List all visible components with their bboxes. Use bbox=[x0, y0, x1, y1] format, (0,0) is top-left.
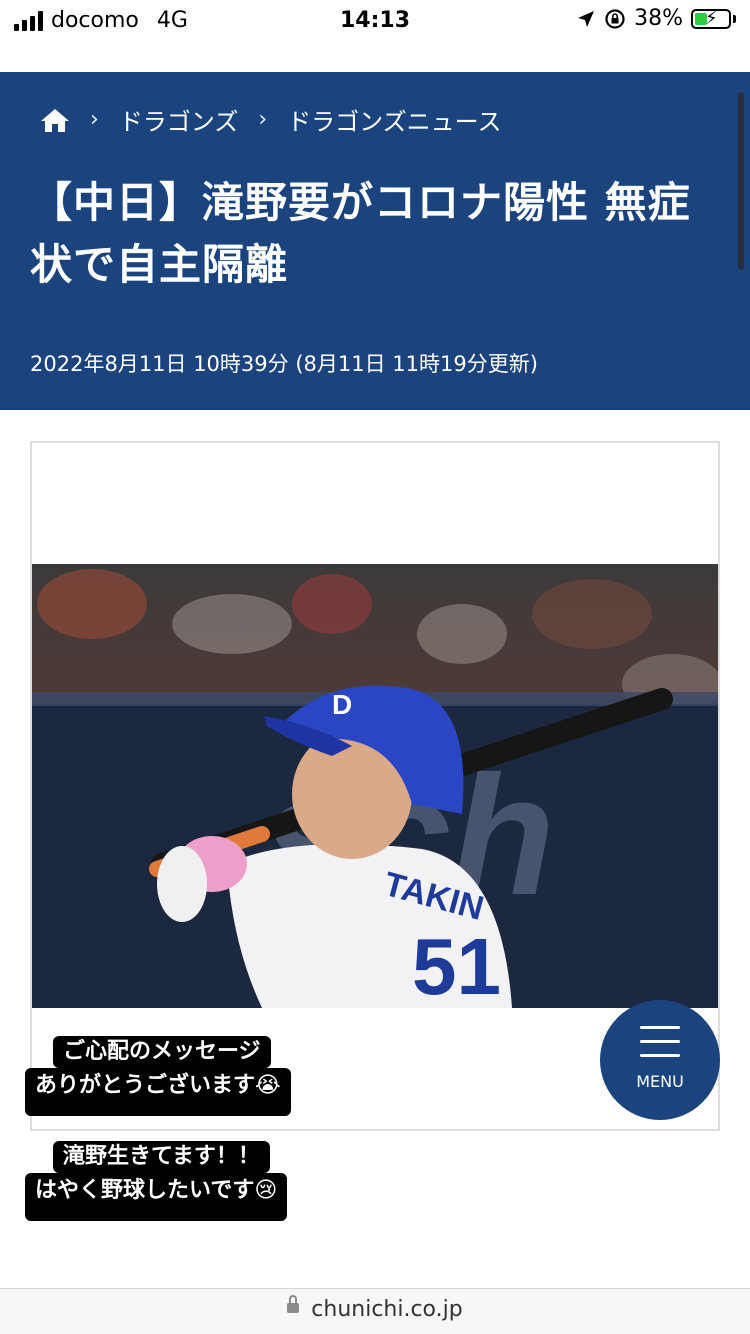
breadcrumb-link-dragons-news[interactable]: ドラゴンズニュース bbox=[287, 102, 501, 137]
lock-icon bbox=[287, 1295, 300, 1313]
battery-icon: ⚡ bbox=[691, 8, 731, 29]
article-date: 2022年8月11日 10時39分 (8月11日 11時19分更新) bbox=[30, 352, 538, 376]
chevron-right-icon: › bbox=[258, 107, 268, 132]
caption-sticker-1-line2: ありがとうございます😭 bbox=[25, 1068, 291, 1116]
home-icon[interactable] bbox=[40, 107, 70, 133]
browser-url-bar[interactable]: chunichi.co.jp bbox=[0, 1288, 750, 1334]
url-domain[interactable]: chunichi.co.jp bbox=[311, 1297, 462, 1322]
svg-text:D: D bbox=[332, 689, 352, 720]
breadcrumb-link-dragons[interactable]: ドラゴンズ bbox=[119, 102, 239, 137]
article-photo[interactable]: sch TAKIN 51 D bbox=[32, 564, 718, 1008]
battery-percent: 38% bbox=[634, 6, 683, 31]
article-title: 【中日】滝野要がコロナ陽性 無症状で自主隔離 bbox=[30, 178, 691, 289]
orientation-lock-icon bbox=[605, 8, 625, 29]
caption-sticker-1-line1: ご心配のメッセージ bbox=[53, 1036, 271, 1068]
caption-sticker-2-line2: はやく野球したいです😢 bbox=[25, 1173, 288, 1221]
chevron-right-icon: › bbox=[90, 107, 99, 132]
hamburger-icon bbox=[640, 1026, 680, 1068]
article-header: › ドラゴンズ › ドラゴンズニュース 【中日】滝野要がコロナ陽性 無症状で自主… bbox=[0, 72, 750, 410]
caption-sticker-2-line1: 滝野生きてます！！ bbox=[53, 1141, 270, 1173]
scrollbar[interactable] bbox=[738, 92, 744, 270]
breadcrumb: › ドラゴンズ › ドラゴンズニュース bbox=[40, 102, 501, 137]
status-bar: docomo 4G 14:13 38% ⚡ bbox=[0, 0, 750, 44]
menu-button[interactable]: MENU bbox=[600, 1000, 720, 1120]
photo-jersey-number: 51 bbox=[412, 922, 501, 1008]
location-arrow-icon bbox=[578, 10, 595, 27]
menu-label: MENU bbox=[636, 1072, 684, 1091]
